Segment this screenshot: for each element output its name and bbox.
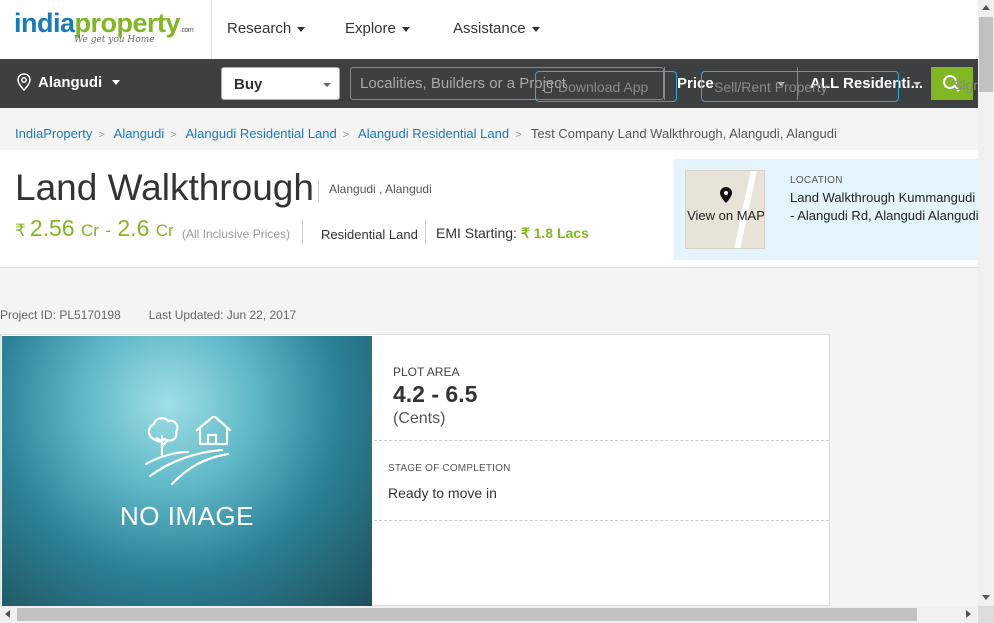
nav-research[interactable]: Research [227, 20, 306, 37]
project-id: Project ID: PL5170198 [0, 308, 121, 322]
mobile-phone-icon [544, 81, 552, 93]
emi-info: EMI Starting: ₹ 1.8 Lacs [436, 225, 589, 242]
plot-area-unit: (Cents) [393, 410, 446, 427]
page-title: Land Walkthrough [15, 167, 314, 208]
scroll-right-arrow-icon[interactable] [966, 610, 971, 618]
breadcrumb-link[interactable]: Alangudi Residential Land [358, 126, 509, 141]
price-high: 2.6 [117, 215, 150, 241]
vertical-scroll-thumb[interactable] [979, 17, 993, 92]
location-heading: LOCATION [790, 175, 843, 186]
price-separator: - [105, 221, 111, 240]
city-label: Alangudi [38, 73, 103, 91]
breadcrumb-current: Test Company Land Walkthrough, Alangudi,… [530, 126, 837, 141]
chevron-down-icon [297, 26, 306, 32]
last-updated: Last Updated: Jun 22, 2017 [148, 308, 297, 322]
buy-rent-value: Buy [234, 76, 263, 93]
price-range: ₹2.56 Cr - 2.6 Cr [15, 215, 174, 242]
download-app-label: Download App [558, 79, 649, 95]
location-address: Land Walkthrough Kummangudi - Alangudi R… [790, 190, 979, 223]
sell-rent-property-button[interactable]: Sell/Rent Property [701, 71, 899, 102]
map-pin-icon [720, 187, 732, 203]
nav-assistance-label: Assistance [453, 20, 526, 37]
breadcrumb-link[interactable]: IndiaProperty [15, 126, 92, 141]
land-house-icon [144, 416, 232, 486]
section-divider [374, 520, 829, 521]
project-details-card: NO IMAGE PLOT AREA 4.2 - 6.5 (Cents) STA… [0, 334, 830, 606]
price-note: (All Inclusive Prices) [182, 227, 291, 241]
breadcrumb-link[interactable]: Alangudi Residential Land [186, 126, 337, 141]
nav-explore-label: Explore [345, 20, 396, 37]
scrollbar-corner [978, 606, 994, 623]
price-low-unit: Cr [80, 221, 99, 240]
property-type: Residential Land [321, 227, 418, 242]
site-logo[interactable]: indiaproperty.com We get you Home [14, 8, 214, 53]
project-meta: Project ID: PL5170198 Last Updated: Jun 2… [0, 308, 296, 322]
chevron-down-icon [323, 83, 331, 87]
plot-area-value: 4.2 - 6.5 [393, 381, 478, 407]
view-on-map-button[interactable]: View on MAP [685, 170, 765, 249]
nav-explore[interactable]: Explore [345, 20, 410, 37]
sell-rent-label: Sell/Rent Property [714, 79, 828, 95]
scroll-up-arrow-icon[interactable] [982, 5, 990, 10]
logo-divider [211, 0, 212, 59]
project-image-placeholder: NO IMAGE [2, 336, 372, 606]
project-location: Alangudi , Alangudi [318, 180, 432, 202]
download-app-button[interactable]: Download App [535, 71, 677, 102]
chevron-down-icon [401, 26, 410, 32]
vertical-scrollbar[interactable] [978, 0, 994, 606]
chevron-right-icon: > [170, 129, 177, 141]
no-image-label: NO IMAGE [119, 501, 254, 531]
plot-area-label: PLOT AREA [393, 365, 460, 379]
nav-assistance[interactable]: Assistance [453, 20, 540, 37]
divider [425, 220, 426, 244]
project-header: Land Walkthrough Alangudi , Alangudi ₹2.… [0, 150, 979, 268]
breadcrumb: IndiaProperty > Alangudi > Alangudi Reside… [15, 126, 837, 141]
emi-value: ₹ 1.8 Lacs [520, 225, 589, 241]
scroll-left-arrow-icon[interactable] [5, 610, 10, 618]
chevron-down-icon [913, 82, 921, 86]
sign-in-link[interactable]: Sign In [931, 77, 978, 93]
buy-rent-select[interactable]: Buy [221, 67, 340, 100]
search-bar: Alangudi Buy Price Download App ALL Resi… [0, 59, 978, 108]
scroll-down-arrow-icon[interactable] [982, 595, 990, 600]
horizontal-scrollbar[interactable] [0, 606, 978, 623]
rupee-symbol: ₹ [15, 221, 26, 240]
stage-of-completion-value: Ready to move in [388, 485, 497, 501]
location-box: View on MAP LOCATION Land Walkthrough Ku… [674, 159, 979, 260]
chevron-right-icon: > [98, 129, 105, 141]
nav-research-label: Research [227, 20, 292, 37]
breadcrumb-link[interactable]: Alangudi [114, 126, 165, 141]
chevron-down-icon [531, 26, 540, 32]
section-divider [374, 440, 829, 441]
top-navbar: indiaproperty.com We get you Home Resear… [0, 0, 978, 59]
chevron-right-icon: > [342, 129, 350, 141]
horizontal-scroll-thumb[interactable] [17, 608, 917, 621]
stage-of-completion-label: STAGE OF COMPLETION [388, 463, 511, 474]
logo-tagline: We get you Home [74, 35, 155, 45]
price-high-unit: Cr [155, 221, 174, 240]
chevron-right-icon: > [515, 129, 522, 141]
sign-in-label: Sign In [953, 77, 978, 93]
chevron-down-icon [112, 79, 121, 85]
city-selector[interactable]: Alangudi [16, 73, 121, 91]
location-pin-icon [17, 73, 31, 91]
divider [302, 220, 303, 244]
view-on-map-label: View on MAP [687, 208, 765, 223]
price-low: 2.56 [29, 215, 75, 241]
emi-label: EMI Starting: [436, 225, 517, 241]
